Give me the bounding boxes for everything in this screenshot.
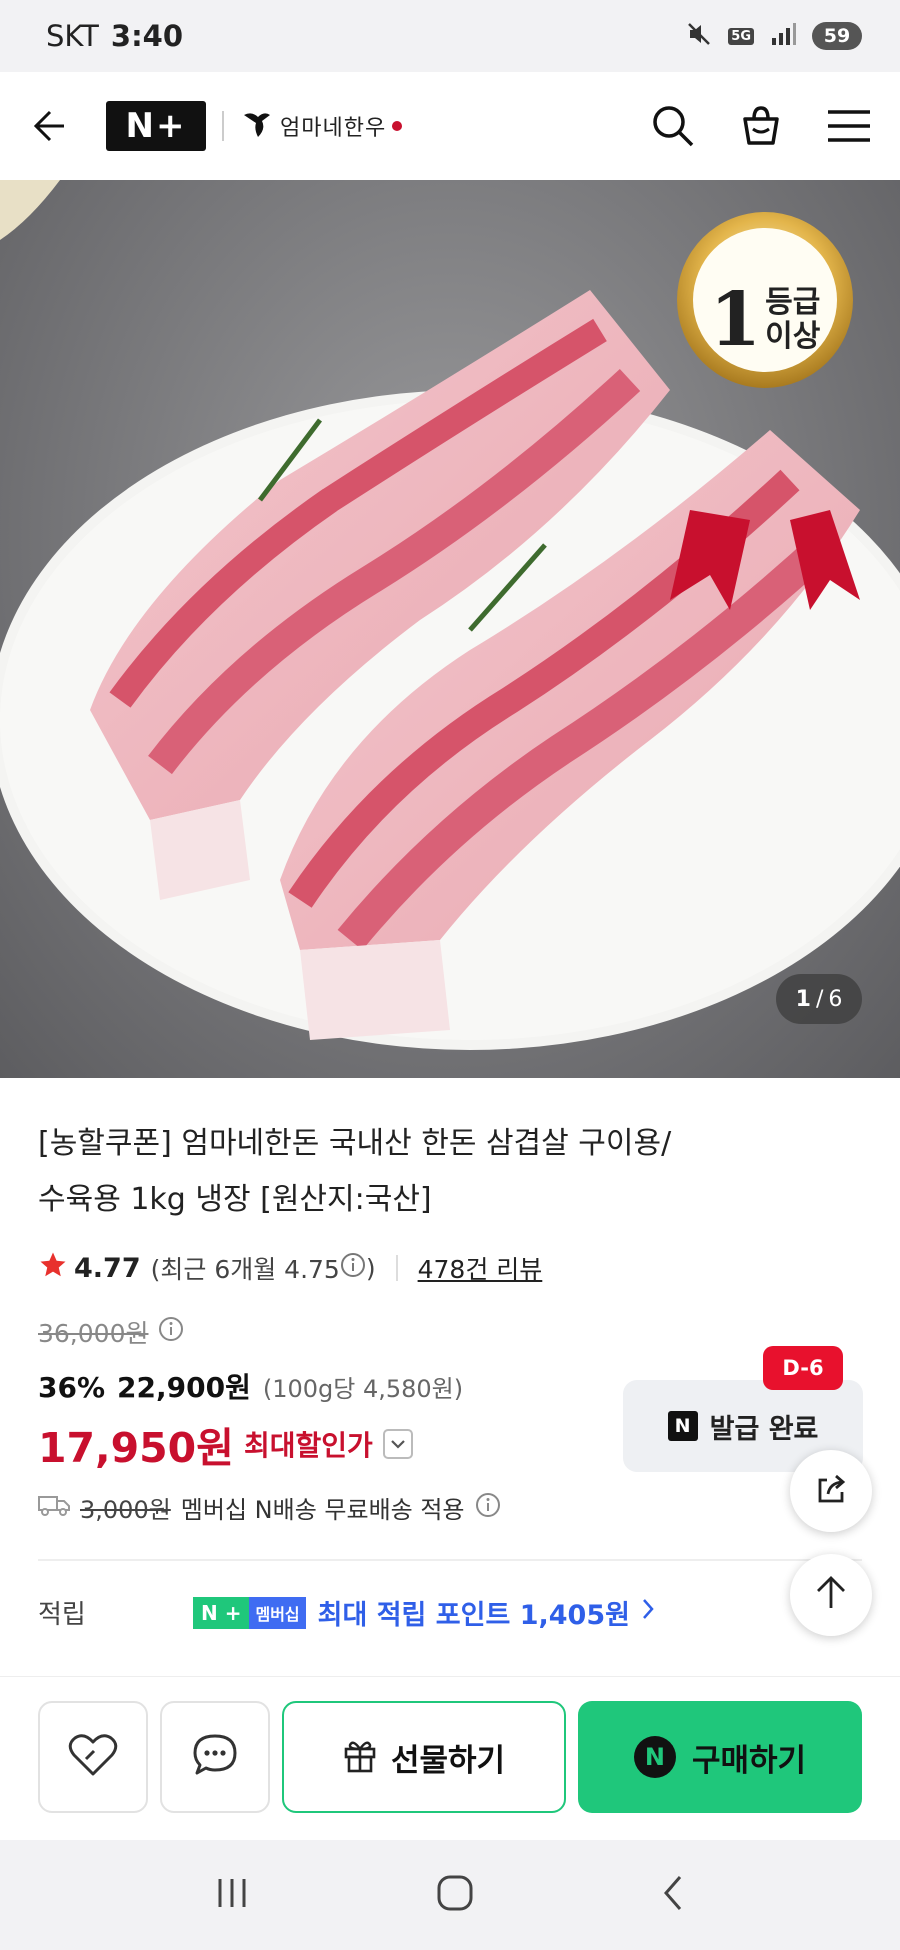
original-price-row: 36,000원	[38, 1314, 862, 1350]
max-discount-price: 17,950원	[38, 1424, 234, 1472]
bottom-action-bar: 선물하기 N 구매하기	[0, 1676, 900, 1840]
back-nav-icon[interactable]	[658, 1873, 688, 1917]
naver-pay-icon: N	[633, 1736, 676, 1778]
discount-rate: 36%	[38, 1371, 106, 1404]
arrow-up-icon	[814, 1574, 848, 1616]
original-price: 36,000원	[38, 1319, 149, 1348]
chevron-right-icon	[640, 1597, 656, 1628]
dday-badge: D-6	[763, 1346, 843, 1390]
product-info: [농할쿠폰] 엄마네한돈 국내산 한돈 삼겹살 구이용/ 수육용 1kg 냉장 …	[38, 1116, 862, 1632]
shipping-text: 멤버십 N배송 무료배송 적용	[180, 1496, 465, 1524]
clock: 3:40	[110, 19, 184, 53]
share-icon	[812, 1470, 850, 1512]
points-text: 최대 적립 포인트 1,405원	[317, 1600, 630, 1631]
grade-number: 1	[709, 277, 762, 363]
reviews-link[interactable]: 478건 리뷰	[418, 1250, 543, 1286]
gift-label: 선물하기	[390, 1742, 506, 1779]
image-counter-separator: /	[815, 986, 824, 1012]
system-navigation-bar	[0, 1840, 900, 1950]
app-header: N+ 엄마네한우	[0, 72, 900, 180]
unit-price: (100g당 4,580원)	[262, 1375, 464, 1403]
product-title: [농할쿠폰] 엄마네한돈 국내산 한돈 삼겹살 구이용/ 수육용 1kg 냉장 …	[38, 1116, 862, 1228]
mute-icon	[686, 21, 712, 51]
grade-text: 등급 이상	[765, 286, 820, 354]
nplus-membership-badge: N + 멤버십	[193, 1596, 306, 1629]
rating-row: 4.77 (최근 6개월 4.75 ) 478건 리뷰	[38, 1250, 862, 1286]
search-icon[interactable]	[650, 103, 696, 149]
brand-mark-icon	[240, 107, 274, 145]
max-discount-label: 최대할인가	[243, 1429, 373, 1462]
menu-icon[interactable]	[826, 106, 872, 146]
brand-logo[interactable]: 엄마네한우	[240, 107, 403, 145]
wishlist-button[interactable]	[38, 1701, 148, 1813]
back-arrow-icon[interactable]	[28, 106, 68, 146]
header-divider	[222, 111, 224, 141]
grade-badge: 1 등급 이상	[693, 248, 837, 392]
price-info-icon[interactable]	[158, 1316, 184, 1348]
product-title-line2: 수육용 1kg 냉장 [원산지:국산]	[38, 1182, 432, 1217]
membership-badge-text: 멤버십	[249, 1596, 306, 1629]
rating-recent: (최근 6개월 4.75	[150, 1255, 340, 1284]
sale-price: 22,900원	[117, 1371, 251, 1404]
nplus-badge-text: N +	[193, 1596, 250, 1629]
recent-apps-icon[interactable]	[212, 1875, 252, 1915]
product-title-line1: [농할쿠폰] 엄마네한돈 국내산 한돈 삼겹살 구이용/	[38, 1126, 672, 1161]
gift-icon	[343, 1737, 377, 1777]
chevron-down-icon[interactable]	[382, 1429, 413, 1459]
shipping-info-icon[interactable]	[475, 1492, 501, 1524]
grade-text-line2: 이상	[765, 319, 821, 354]
brand-name: 엄마네한우	[280, 116, 387, 141]
info-icon[interactable]	[340, 1252, 366, 1284]
product-image-carousel[interactable]: 1 등급 이상 1 / 6	[0, 180, 900, 1078]
grade-text-line1: 등급	[765, 285, 821, 320]
points-label: 적립	[38, 1600, 86, 1630]
chat-bubble-icon	[191, 1732, 239, 1782]
signal-icon	[770, 22, 796, 50]
cart-icon[interactable]	[738, 103, 784, 149]
star-icon	[38, 1250, 68, 1286]
points-row[interactable]: 적립 N + 멤버십 최대 적립 포인트 1,405원	[38, 1593, 862, 1632]
truck-icon	[38, 1493, 70, 1523]
talktalk-button[interactable]	[160, 1701, 270, 1813]
image-counter: 1 / 6	[776, 974, 862, 1024]
image-counter-total: 6	[828, 986, 843, 1012]
brand-seal-icon	[392, 121, 403, 131]
scroll-top-button[interactable]	[790, 1554, 872, 1636]
battery-indicator: 59	[812, 22, 862, 50]
nplus-logo[interactable]: N+	[106, 101, 206, 151]
status-bar: SKT 3:40 5G 59	[0, 0, 900, 72]
home-icon[interactable]	[435, 1873, 475, 1917]
share-button[interactable]	[790, 1450, 872, 1532]
rating-recent-close: )	[365, 1253, 376, 1283]
rating-divider	[395, 1255, 398, 1281]
buy-label: 구매하기	[691, 1742, 807, 1779]
naver-n-icon: N	[667, 1411, 698, 1441]
rating-score: 4.77	[74, 1252, 141, 1284]
heart-icon	[68, 1732, 118, 1782]
coupon-status: 발급 완료	[709, 1413, 819, 1445]
section-divider	[38, 1559, 862, 1561]
shipping-row: 3,000원 멤버십 N배송 무료배송 적용	[38, 1490, 862, 1525]
network-type: 5G	[728, 27, 754, 45]
image-counter-current: 1	[795, 986, 811, 1012]
gift-button[interactable]: 선물하기	[282, 1701, 566, 1813]
carrier-label: SKT	[46, 19, 99, 53]
shipping-old-fee: 3,000원	[80, 1496, 171, 1524]
buy-button[interactable]: N 구매하기	[578, 1701, 862, 1813]
